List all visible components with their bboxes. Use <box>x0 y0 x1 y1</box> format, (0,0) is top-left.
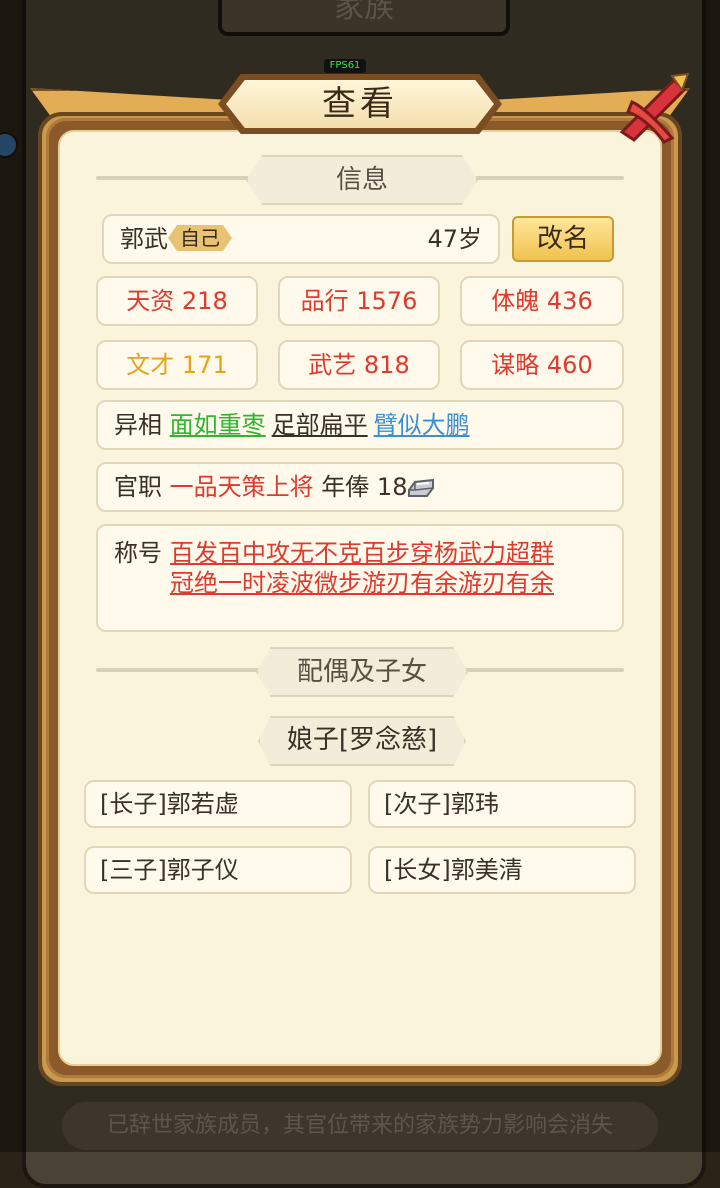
fps-counter: FPS61 <box>324 59 366 73</box>
honors-line-2: 冠绝一时凌波微步游刃有余游刃有余 <box>170 569 554 597</box>
spouse-tag[interactable]: 娘子[罗念慈] <box>258 716 466 766</box>
salary-label: 年俸 <box>321 473 370 501</box>
stat-talent-label: 天资 218 <box>126 287 228 315</box>
stat-physique-label: 体魄 436 <box>491 287 593 315</box>
stat-strategy: 谋略 460 <box>460 340 624 390</box>
salary-value: 18 <box>376 473 408 501</box>
silver-ingot-icon <box>408 478 435 497</box>
stat-literary: 文才 171 <box>96 340 258 390</box>
child-item[interactable]: [次子]郭玮 <box>368 780 636 828</box>
self-tag: 自己 <box>168 225 232 251</box>
section-divider-right <box>454 668 624 672</box>
appearance-trait-1[interactable]: 面如重枣 <box>170 411 266 439</box>
child-item[interactable]: [三子]郭子仪 <box>84 846 352 894</box>
appearance-trait-2[interactable]: 足部扁平 <box>272 411 368 439</box>
appearance-card: 异相 面如重枣 足部扁平 臂似大鹏 <box>96 400 624 450</box>
honors-line-1: 百发百中攻无不克百步穿杨武力超群 <box>170 539 554 567</box>
stat-martial: 武艺 818 <box>278 340 440 390</box>
section-divider-left <box>96 176 256 180</box>
close-button[interactable] <box>612 72 692 146</box>
family-section-header: 配偶及子女 <box>256 647 468 697</box>
honors-card: 称号 百发百中攻无不克百步穿杨武力超群 冠绝一时凌波微步游刃有余游刃有余 <box>96 524 624 632</box>
child-item[interactable]: [长子]郭若虚 <box>84 780 352 828</box>
rename-button[interactable]: 改名 <box>512 216 614 262</box>
stat-physique: 体魄 436 <box>460 276 624 326</box>
honors-label: 称号 <box>114 539 162 567</box>
section-divider-right <box>464 176 624 180</box>
info-section-header: 信息 <box>246 155 478 205</box>
office-label: 官职 <box>114 473 162 501</box>
member-name-text: 郭武 <box>120 225 168 253</box>
section-divider-left <box>96 668 266 672</box>
stat-talent: 天资 218 <box>96 276 258 326</box>
office-card: 官职 一品天策上将 年俸 18 <box>96 462 624 512</box>
appearance-trait-3[interactable]: 臂似大鹏 <box>374 411 470 439</box>
stat-strategy-label: 谋略 460 <box>491 351 593 379</box>
stat-conduct: 品行 1576 <box>278 276 440 326</box>
member-name-card: 郭武 自己 47岁 <box>102 214 500 264</box>
dialog-title: 查看 <box>226 80 494 128</box>
member-name: 郭武 自己 <box>120 216 232 262</box>
office-title: 一品天策上将 <box>169 473 314 501</box>
stat-literary-label: 文才 171 <box>126 351 228 379</box>
member-age: 47岁 <box>427 225 482 253</box>
stat-conduct-label: 品行 1576 <box>300 287 418 315</box>
close-icon <box>619 72 690 144</box>
stat-martial-label: 武艺 818 <box>308 351 410 379</box>
child-item[interactable]: [长女]郭美清 <box>368 846 636 894</box>
appearance-label: 异相 <box>114 411 162 439</box>
